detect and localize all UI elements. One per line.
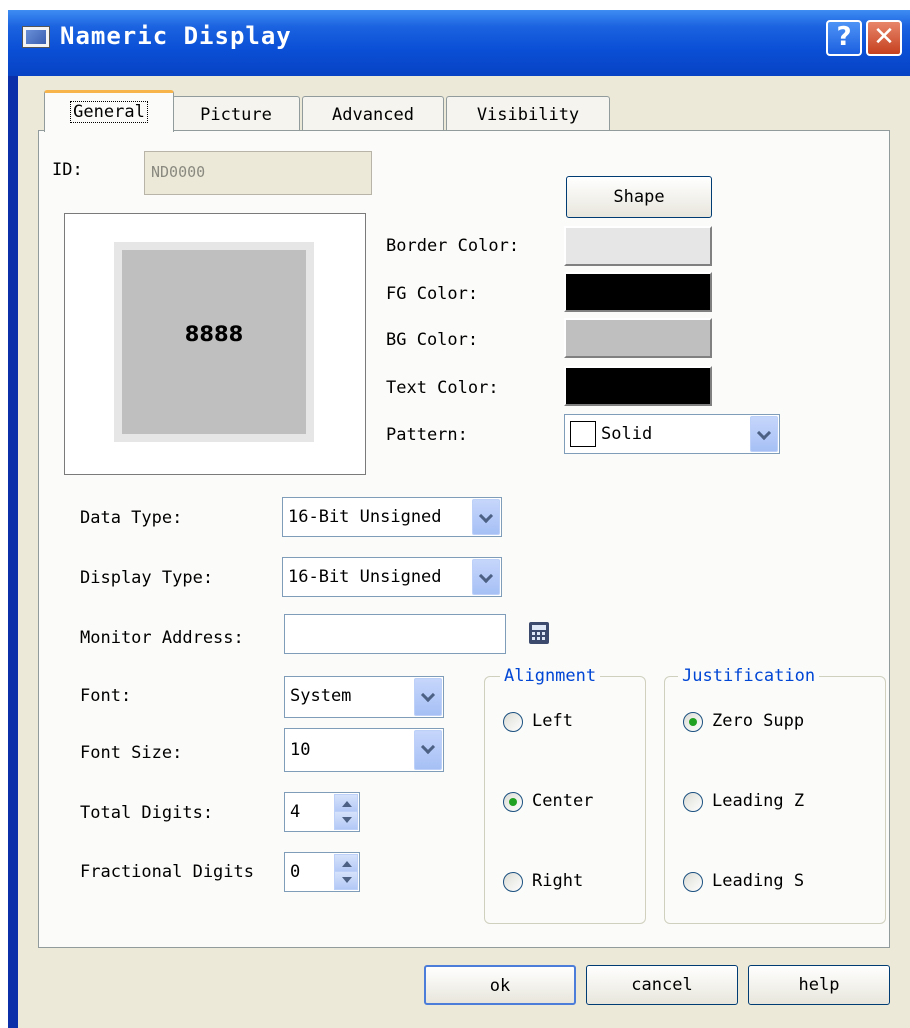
chevron-down-icon[interactable] [472,559,500,595]
bg-color-swatch[interactable] [564,318,712,358]
tab-general[interactable]: General [44,90,174,132]
display-type-value: 16-Bit Unsigned [288,567,442,587]
border-color-swatch[interactable] [564,226,712,266]
fractional-digits-value: 0 [290,862,301,882]
pattern-select[interactable]: Solid [564,414,780,454]
spinner[interactable] [334,794,358,830]
app-icon [22,26,50,48]
total-digits-value: 4 [290,802,301,822]
text-color-swatch[interactable] [564,366,712,406]
display-type-select[interactable]: 16-Bit Unsigned [282,557,502,597]
fractional-digits-label: Fractional Digits [80,862,254,882]
fg-color-swatch[interactable] [564,272,712,312]
align-right-radio[interactable] [503,872,523,892]
monitor-address-input[interactable] [284,614,506,654]
chevron-down-icon[interactable] [750,416,778,452]
justify-zero-supp-radio[interactable] [683,712,703,732]
font-size-label: Font Size: [80,743,183,763]
help-title-button[interactable]: ? [826,20,862,56]
pattern-label: Pattern: [386,425,468,445]
spin-down-icon[interactable] [334,811,358,830]
shape-button[interactable]: Shape [566,176,712,218]
align-right-label[interactable]: Right [532,871,583,891]
help-button[interactable]: help [748,965,890,1005]
justification-title: Justification [678,666,820,686]
id-label: ID: [52,160,83,180]
tab-label: General [70,101,148,123]
font-select[interactable]: System [284,676,444,718]
justify-zero-supp-label[interactable]: Zero Supp [712,711,804,731]
tab-label: Visibility [476,105,580,125]
tab-advanced[interactable]: Advanced [302,96,444,132]
font-size-value: 10 [290,740,311,760]
total-digits-spinner[interactable]: 4 [284,792,360,832]
monitor-address-label: Monitor Address: [80,628,244,648]
tab-label: Advanced [332,105,414,125]
border-color-label: Border Color: [386,236,520,256]
text-color-label: Text Color: [386,378,499,398]
tab-visibility[interactable]: Visibility [446,96,610,132]
data-type-value: 16-Bit Unsigned [288,507,442,527]
align-center-label[interactable]: Center [532,791,593,811]
data-type-select[interactable]: 16-Bit Unsigned [282,497,502,537]
tab-label: Picture [200,105,272,125]
align-left-radio[interactable] [503,712,523,732]
pattern-value: Solid [601,424,653,444]
spin-down-icon[interactable] [334,871,358,890]
font-label: Font: [80,686,132,706]
font-size-select[interactable]: 10 [284,728,444,772]
justify-leading-s-radio[interactable] [683,872,703,892]
tab-picture[interactable]: Picture [172,96,300,132]
chevron-down-icon[interactable] [414,730,442,770]
window-title: Nameric Display [60,22,292,50]
preview-value: 8888 [184,322,244,346]
align-left-label[interactable]: Left [532,711,573,731]
pattern-swatch [570,421,596,447]
alignment-title: Alignment [500,666,601,686]
display-type-label: Display Type: [80,568,214,588]
justify-leading-z-radio[interactable] [683,792,703,812]
chevron-down-icon[interactable] [472,499,500,535]
total-digits-label: Total Digits: [80,803,214,823]
cancel-button[interactable]: cancel [586,965,738,1005]
ok-button[interactable]: ok [424,965,576,1005]
justify-leading-z-label[interactable]: Leading Z [712,791,804,811]
close-button[interactable]: ✕ [866,20,902,56]
chevron-down-icon[interactable] [414,678,442,716]
font-value: System [290,686,352,706]
fractional-digits-spinner[interactable]: 0 [284,852,360,892]
justify-leading-s-label[interactable]: Leading S [712,871,804,891]
fg-color-label: FG Color: [386,284,479,304]
data-type-label: Data Type: [80,508,183,528]
id-field: ND0000 [144,151,372,195]
calculator-icon[interactable] [528,621,550,645]
spinner[interactable] [334,854,358,890]
align-center-radio[interactable] [503,792,523,812]
bg-color-label: BG Color: [386,330,479,350]
